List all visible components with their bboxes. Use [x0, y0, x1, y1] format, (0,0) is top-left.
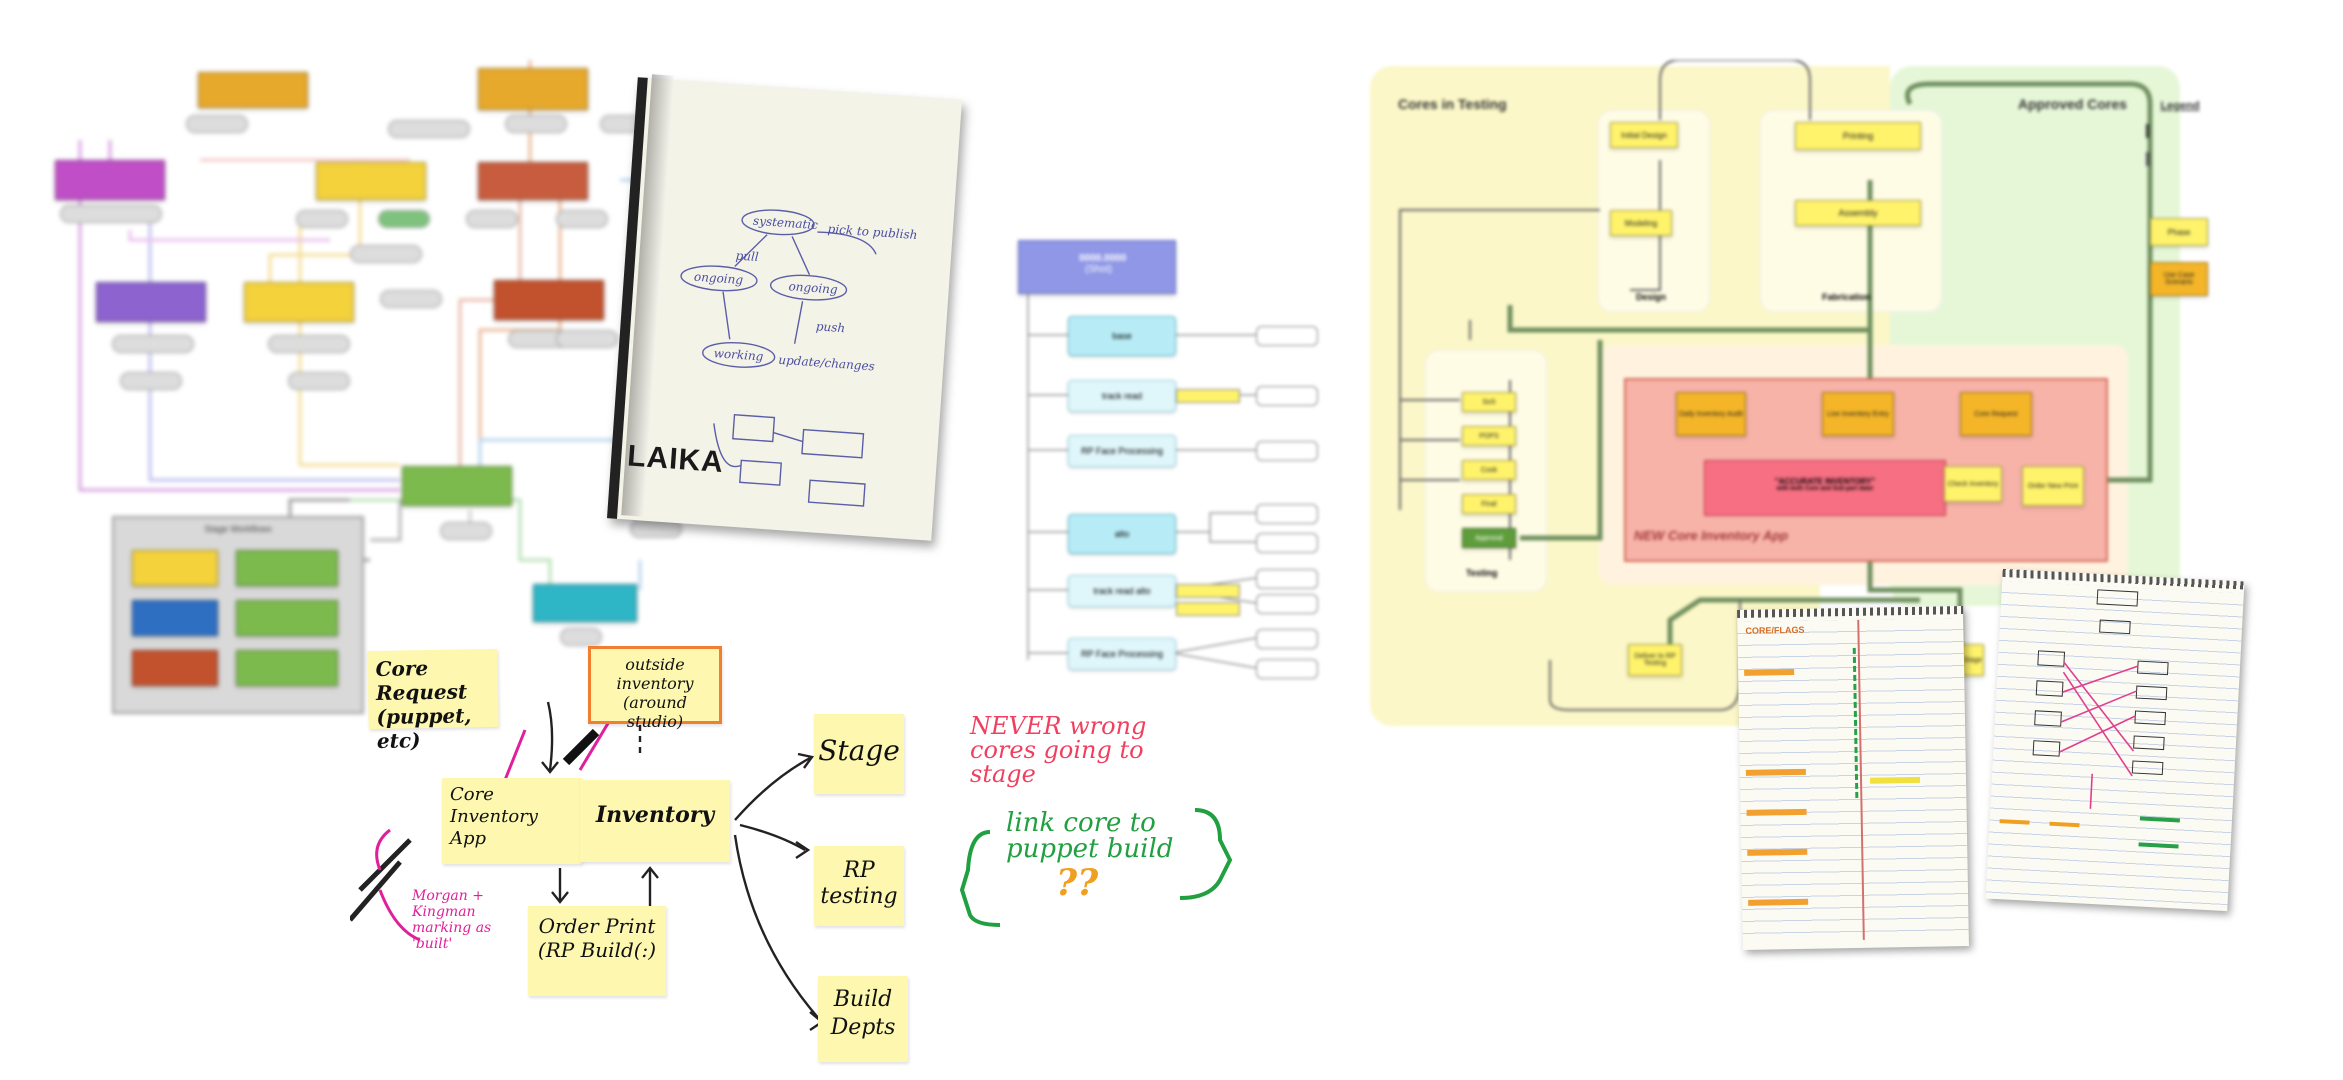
svg-text:ongoing: ongoing — [788, 279, 838, 296]
node-magenta — [55, 160, 165, 200]
initial-design-box: Initial Design — [1610, 122, 1678, 148]
daily-audit-box: Daily Inventory Audit — [1676, 392, 1746, 436]
node-writer — [198, 72, 308, 108]
legend-phase: Phase — [2150, 218, 2208, 246]
shot-root-sub: (Shot) — [1085, 264, 1113, 275]
node-purple — [96, 282, 206, 322]
shot-item-track-read-alto: track read alto — [1068, 575, 1176, 607]
testing-step-final: Final — [1462, 494, 1516, 514]
node-teal — [533, 584, 637, 622]
node-yellow-mid — [316, 162, 426, 200]
svg-text:ongoing: ongoing — [694, 270, 744, 287]
check-inventory-box: Check Inventory — [1944, 466, 2002, 502]
stage-workflows-title: Stage Workflows — [204, 524, 272, 534]
new-core-inventory-app-region: Daily Inventory Audit Live Inventory Ent… — [1624, 378, 2108, 562]
svg-text:update/changes: update/changes — [778, 353, 875, 374]
notebook-heading: CORE/FLAGS — [1745, 624, 1805, 636]
live-entry-box: Live Inventory Entry — [1822, 392, 1894, 436]
fabrication-label: Fabrication — [1822, 292, 1871, 302]
deliver-rp-box: Deliver to RP Testing — [1628, 644, 1682, 676]
sticky-core-request: Core Request (puppet, etc) — [367, 648, 499, 753]
modeling-box: Modeling — [1610, 210, 1672, 236]
sticky-rp-testing: RP testing — [814, 846, 904, 926]
testing-label: Testing — [1466, 568, 1498, 578]
assembly-box: Assembly — [1795, 200, 1921, 226]
shot-tree-diagram: 0000.0000 (Shot) base track read RP Face… — [1010, 230, 1340, 680]
testing-step-pops: POPS — [1462, 426, 1516, 446]
laika-logo: LAIKA — [626, 439, 725, 480]
shot-item-track-read: track read — [1068, 380, 1176, 412]
svg-text:pull: pull — [735, 248, 759, 264]
sticky-inventory: Inventory — [580, 780, 730, 862]
order-new-print-box: Order New Print — [2022, 466, 2084, 506]
legend-usecase: Use Case Scenario — [2150, 262, 2208, 296]
legend: Legend Phase Use Case Scenario — [2140, 100, 2220, 360]
svg-text:push: push — [815, 319, 845, 335]
sticky-build-depts: Build Depts — [818, 976, 908, 1062]
note-morgan: Morgan + Kingman marking as 'built' — [412, 888, 492, 952]
shot-item-alto: alto — [1068, 514, 1176, 554]
node-facial-animation — [244, 282, 354, 322]
stage-workflows-group: Stage Workflows — [112, 516, 364, 714]
sticky-order-print: Order Print (RP Build(:) — [528, 906, 666, 996]
legend-title: Legend — [2160, 100, 2200, 112]
sticky-core-inventory-app: Core Inventory App — [442, 778, 582, 864]
testing-step-approval: Approval — [1462, 528, 1516, 548]
note-link-core: link core to puppet build — [1006, 808, 1174, 864]
testing-step-sos: SoS — [1462, 392, 1516, 412]
svg-text:systematic: systematic — [753, 214, 819, 233]
notebook-drawing — [1999, 589, 2180, 849]
node-production-design — [478, 68, 588, 110]
accurate-inventory-box: "ACCURATE INVENTORY" with both Core and … — [1704, 460, 1946, 516]
shot-root: 0000.0000 (Shot) — [1018, 240, 1176, 294]
core-request-box: Core Request — [1960, 392, 2032, 436]
node-red-mid — [478, 162, 588, 200]
node-stage — [402, 466, 512, 506]
printing-box: Printing — [1795, 122, 1921, 150]
shot-item-base: base — [1068, 316, 1176, 356]
note-question: ?? — [1056, 862, 1099, 904]
node-red-low — [494, 280, 604, 320]
notebook-photo-right — [1985, 568, 2245, 912]
shot-item-rp-face: RP Face Processing — [1068, 435, 1176, 467]
sketch-photo: systematic ongoing ongoing working pick … — [606, 74, 963, 541]
svg-text:pick to publish: pick to publish — [827, 222, 918, 242]
pipeline-flow-diagram: Stage Workflows — [0, 0, 700, 720]
notebook-photo-left: CORE/FLAGS — [1737, 606, 1969, 950]
note-never: NEVER wrong cores going to stage — [970, 712, 1147, 788]
sticky-stage: Stage — [814, 714, 904, 794]
shot-root-title: 0000.0000 — [1079, 253, 1127, 264]
sticky-notes-area: Core Request (puppet, etc) outside inven… — [350, 640, 1300, 1080]
new-app-label: NEW Core Inventory App — [1634, 528, 1789, 543]
design-label: Design — [1636, 292, 1667, 302]
svg-text:working: working — [713, 346, 764, 363]
testing-step-cook: Cook — [1462, 460, 1516, 480]
sticky-outside-inventory: outside inventory (around studio) — [588, 646, 722, 731]
